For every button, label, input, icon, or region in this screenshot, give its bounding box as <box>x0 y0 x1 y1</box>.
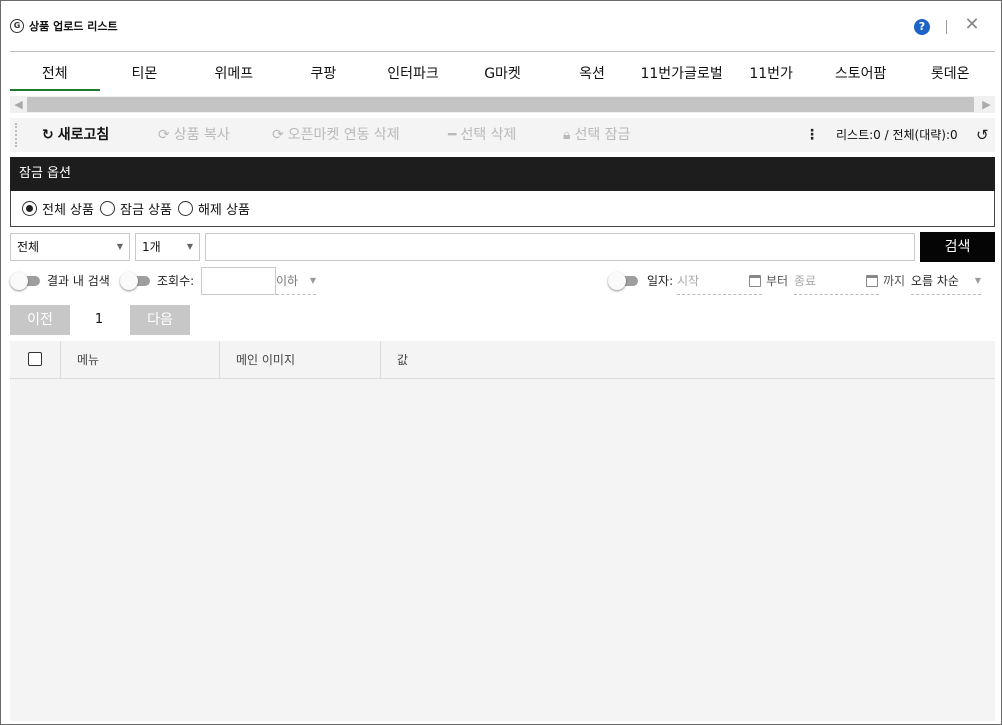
search-input[interactable] <box>205 233 915 261</box>
help-icon[interactable]: ? <box>914 19 930 35</box>
arrow-left-icon[interactable]: ◀ <box>10 96 27 113</box>
lock-selected-label: 선택 잠금 <box>574 127 631 143</box>
lock-options-header: 잠금 옵션 <box>10 157 995 191</box>
tabs-scrollbar[interactable]: ◀ ▶ <box>10 96 995 113</box>
copy-product-button[interactable]: ⟳ 상품 복사 <box>158 118 230 152</box>
delete-selected-label: 선택 삭제 <box>460 127 517 143</box>
from-label: 부터 <box>766 274 789 288</box>
sort-order-value: 오름 차순 <box>911 274 959 288</box>
tab-wemakeprice[interactable]: 위메프 <box>189 59 279 91</box>
date-filter-toggle[interactable] <box>608 272 640 290</box>
tab-storefarm[interactable]: 스토어팜 <box>816 59 906 91</box>
tab-all[interactable]: 전체 <box>10 59 100 91</box>
views-label: 조회수: <box>157 274 195 288</box>
arrow-right-icon[interactable]: ▶ <box>978 96 995 113</box>
toggle-knob <box>10 272 28 290</box>
scrollbar-thumb[interactable] <box>27 97 974 112</box>
column-header-main-image[interactable]: 메인 이미지 <box>220 341 381 379</box>
app-window: G 상품 업로드 리스트 ? ✕ 전체 티몬 위메프 쿠팡 인터파크 G마켓 옥… <box>0 0 1002 725</box>
radio-unselected-icon[interactable] <box>99 201 115 216</box>
minus-icon: ━ <box>448 127 457 143</box>
toggle-knob <box>608 272 626 290</box>
tab-auction[interactable]: 옥션 <box>547 59 637 91</box>
end-date-input[interactable]: 종료 <box>794 271 879 295</box>
title-divider <box>946 20 947 34</box>
radio-locked-products-label: 잠금 상품 <box>119 203 172 218</box>
views-condition-value: 이하 <box>276 274 299 288</box>
column-header-value[interactable]: 값 <box>381 341 995 379</box>
select-all-checkbox[interactable] <box>28 352 42 366</box>
more-options-icon[interactable]: ⋮ <box>805 126 819 144</box>
chevron-down-icon: ▼ <box>309 276 316 285</box>
search-in-results-label: 결과 내 검색 <box>47 274 110 288</box>
calendar-icon[interactable] <box>749 275 761 287</box>
reload-count-icon[interactable]: ↺ <box>976 126 992 144</box>
date-label: 일자: <box>647 274 674 288</box>
radio-unlocked-products[interactable]: 해제 상품 <box>177 199 250 218</box>
chevron-down-icon: ▼ <box>186 242 193 251</box>
tab-interpark[interactable]: 인터파크 <box>368 59 458 91</box>
table-header: 메뉴 메인 이미지 값 <box>10 341 995 379</box>
column-header-menu[interactable]: 메뉴 <box>61 341 220 379</box>
select-all-cell <box>10 341 61 379</box>
radio-locked-products[interactable]: 잠금 상품 <box>99 199 172 218</box>
radio-unlocked-products-label: 해제 상품 <box>197 203 250 218</box>
delete-selected-button[interactable]: ━ 선택 삭제 <box>448 118 516 152</box>
lock-options-group: 전체 상품 잠금 상품 해제 상품 <box>10 191 995 227</box>
tab-11st-global[interactable]: 11번가글로벌 <box>637 59 727 91</box>
close-icon[interactable]: ✕ <box>963 15 981 35</box>
start-date-input[interactable]: 시작 <box>677 271 762 295</box>
views-filter-toggle[interactable] <box>120 272 152 290</box>
search-in-results-toggle[interactable] <box>10 272 42 290</box>
refresh-icon: ↻ <box>42 127 54 143</box>
market-tabs: 전체 티몬 위메프 쿠팡 인터파크 G마켓 옥션 11번가글로벌 11번가 스토… <box>10 59 995 91</box>
calendar-icon[interactable] <box>866 275 878 287</box>
chevron-down-icon: ▼ <box>974 276 981 285</box>
radio-all-products-label: 전체 상품 <box>42 203 94 218</box>
lock-icon: 🔒︎ <box>563 127 571 143</box>
toolbar-grip <box>15 123 17 147</box>
sync-icon: ⟳ <box>158 127 170 143</box>
result-count-value: 1개 <box>142 240 161 254</box>
radio-selected-icon[interactable] <box>22 201 37 216</box>
search-type-select[interactable]: 전체 ▼ <box>10 233 130 261</box>
window-title: 상품 업로드 리스트 <box>29 20 118 33</box>
lock-selected-button[interactable]: 🔒︎ 선택 잠금 <box>563 118 630 152</box>
prev-page-button[interactable]: 이전 <box>10 305 70 335</box>
refresh-button[interactable]: ↻ 새로고침 <box>42 118 109 152</box>
tab-coupang[interactable]: 쿠팡 <box>279 59 369 91</box>
radio-all-products[interactable]: 전체 상품 <box>22 199 94 218</box>
refresh-label: 새로고침 <box>57 127 110 143</box>
toolbar: ↻ 새로고침 ⟳ 상품 복사 ⟳ 오픈마켓 연동 삭제 ━ 선택 삭제 🔒︎ 선택 잠금 … <box>10 118 995 152</box>
delete-market-link-button[interactable]: ⟳ 오픈마켓 연동 삭제 <box>272 118 400 152</box>
toggle-knob <box>120 272 138 290</box>
sync-icon: ⟳ <box>272 127 284 143</box>
radio-unselected-icon[interactable] <box>177 201 193 216</box>
title-bar: G 상품 업로드 리스트 ? ✕ <box>1 1 1001 51</box>
current-page-number: 1 <box>94 312 104 327</box>
search-type-value: 전체 <box>17 240 40 254</box>
until-label: 까지 <box>883 274 906 288</box>
tab-11st[interactable]: 11번가 <box>726 59 816 91</box>
search-button[interactable]: 검색 <box>920 232 995 262</box>
chevron-down-icon: ▼ <box>116 242 123 251</box>
start-date-placeholder: 시작 <box>677 274 700 288</box>
sort-order-select[interactable]: 오름 차순 ▼ <box>911 271 981 295</box>
title-divider-line <box>10 51 995 52</box>
next-page-button[interactable]: 다음 <box>130 305 190 335</box>
delete-market-link-label: 오픈마켓 연동 삭제 <box>287 127 400 143</box>
views-condition-select[interactable]: 이하 ▼ <box>276 271 316 295</box>
tab-gmarket[interactable]: G마켓 <box>458 59 548 91</box>
views-input[interactable] <box>201 267 276 295</box>
copy-product-label: 상품 복사 <box>173 127 230 143</box>
end-date-placeholder: 종료 <box>794 274 817 288</box>
tab-lotteon[interactable]: 롯데온 <box>905 59 995 91</box>
app-logo-icon: G <box>10 19 24 33</box>
product-table: 메뉴 메인 이미지 값 <box>10 341 995 721</box>
result-count-select[interactable]: 1개 ▼ <box>135 233 200 261</box>
tab-tmon[interactable]: 티몬 <box>100 59 190 91</box>
list-count-status: 리스트:0 / 전체(대략):0 <box>836 128 958 142</box>
